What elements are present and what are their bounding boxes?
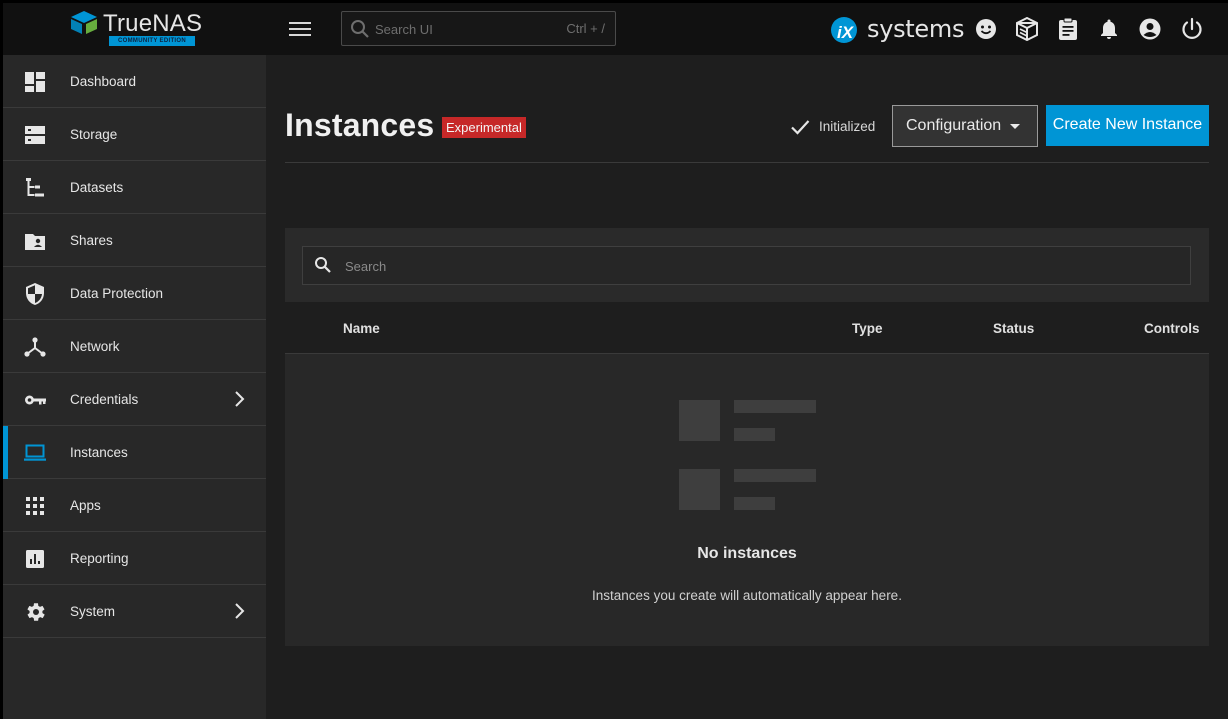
truecommand-icon[interactable] [1015, 17, 1039, 41]
laptop-icon [24, 444, 46, 461]
sidebar-item-data-protection[interactable]: Data Protection [3, 267, 266, 320]
app-window: TrueNAS COMMUNITY EDITION Ctrl + / iX sy… [3, 3, 1228, 719]
table-search-input[interactable] [345, 256, 1125, 276]
instances-table: Name Type Status Controls No instances I… [285, 228, 1209, 646]
table-search-field[interactable] [302, 246, 1191, 285]
sidebar-item-label: Data Protection [70, 286, 164, 301]
search-shortcut-hint: Ctrl + / [566, 21, 605, 36]
create-new-instance-button[interactable]: Create New Instance [1046, 105, 1209, 146]
sidebar-item-label: Instances [70, 445, 128, 460]
table-search-bar [285, 228, 1209, 302]
sidebar-item-credentials[interactable]: Credentials [3, 373, 266, 426]
truenas-logo[interactable]: TrueNAS COMMUNITY EDITION [69, 10, 203, 50]
empty-state: No instances Instances you create will a… [285, 355, 1209, 646]
sidebar-item-label: Apps [70, 498, 101, 513]
sidebar-item-system[interactable]: System [3, 585, 266, 638]
chevron-right-icon [235, 391, 245, 407]
sidebar-item-instances[interactable]: Instances [3, 426, 266, 479]
jobs-icon[interactable] [1056, 17, 1080, 41]
configuration-button[interactable]: Configuration [892, 105, 1038, 147]
network-icon [24, 337, 46, 357]
ix-logo-mark-icon: iX [831, 17, 857, 43]
sidebar-item-label: System [70, 604, 116, 619]
search-icon [351, 20, 369, 38]
gear-icon [27, 603, 45, 621]
empty-state-title: No instances [697, 545, 797, 562]
dashboard-icon [25, 72, 45, 92]
sidebar-item-network[interactable]: Network [3, 320, 266, 373]
title-divider [285, 162, 1209, 163]
account-icon[interactable] [1138, 17, 1162, 41]
sidebar: Dashboard Storage Datasets Shares Data P… [3, 55, 266, 719]
truenas-logo-mark-icon [71, 11, 97, 34]
table-header: Name Type Status Controls [285, 302, 1209, 354]
caret-down-icon [1010, 124, 1020, 129]
experimental-badge: Experimental [442, 117, 526, 138]
brand-name: TrueNAS [103, 10, 203, 37]
column-header-name[interactable]: Name [343, 321, 380, 336]
storage-icon [25, 126, 45, 144]
key-icon [25, 395, 46, 405]
create-button-label: Create New Instance [1052, 116, 1203, 133]
edition-badge: COMMUNITY EDITION [109, 36, 195, 46]
column-header-status[interactable]: Status [993, 321, 1034, 336]
ix-logo-text: systems [867, 15, 965, 43]
apps-grid-icon [26, 497, 44, 515]
ixsystems-logo[interactable]: iX systems [829, 12, 964, 46]
sidebar-item-dashboard[interactable]: Dashboard [3, 55, 266, 108]
menu-toggle-button[interactable] [287, 18, 313, 40]
search-input[interactable] [375, 18, 555, 40]
configuration-button-label: Configuration [906, 117, 1002, 134]
empty-state-message: Instances you create will automatically … [592, 588, 902, 603]
column-header-controls: Controls [1144, 321, 1200, 336]
empty-list-icon [679, 400, 816, 510]
sidebar-item-shares[interactable]: Shares [3, 214, 266, 267]
top-bar: TrueNAS COMMUNITY EDITION Ctrl + / iX sy… [3, 3, 1228, 55]
feedback-icon[interactable] [974, 17, 998, 41]
svg-text:iX: iX [837, 23, 855, 42]
sidebar-item-reporting[interactable]: Reporting [3, 532, 266, 585]
main-content: Instances Experimental Initialized Confi… [266, 55, 1228, 719]
global-search[interactable]: Ctrl + / [341, 11, 616, 46]
column-header-type[interactable]: Type [852, 321, 883, 336]
sidebar-item-apps[interactable]: Apps [3, 479, 266, 532]
chart-icon [26, 550, 44, 568]
sidebar-item-label: Datasets [70, 180, 124, 195]
sidebar-item-label: Dashboard [70, 74, 137, 89]
shares-icon [25, 234, 45, 250]
check-icon [791, 120, 810, 135]
page-title: Instances [285, 107, 435, 143]
status-text: Initialized [819, 119, 876, 134]
active-indicator [3, 426, 8, 479]
sidebar-item-label: Storage [70, 127, 118, 142]
sidebar-item-label: Credentials [70, 392, 139, 407]
shield-icon [26, 283, 44, 305]
hamburger-icon [289, 21, 311, 24]
datasets-icon [26, 178, 44, 197]
sidebar-item-label: Network [70, 339, 120, 354]
search-icon [315, 257, 331, 273]
sidebar-item-label: Reporting [70, 551, 129, 566]
sidebar-item-storage[interactable]: Storage [3, 108, 266, 161]
sidebar-item-datasets[interactable]: Datasets [3, 161, 266, 214]
sidebar-item-label: Shares [70, 233, 113, 248]
notifications-icon[interactable] [1097, 17, 1121, 41]
chevron-right-icon [235, 603, 245, 619]
power-icon[interactable] [1180, 17, 1204, 41]
